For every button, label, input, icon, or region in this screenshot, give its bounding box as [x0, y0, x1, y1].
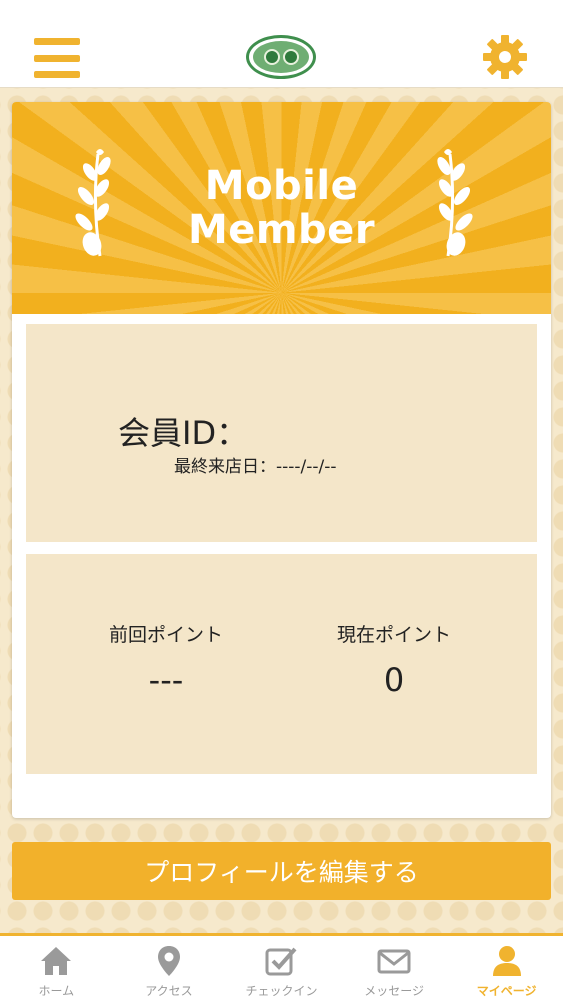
- member-id-panel: 会員ID： 最終来店日：----/--/--: [26, 324, 537, 542]
- hamburger-menu-icon[interactable]: [34, 38, 80, 78]
- last-visit-date: 最終来店日：----/--/--: [174, 457, 337, 477]
- tab-checkin[interactable]: チェックイン: [225, 936, 338, 1000]
- logo-cat-left: [263, 49, 280, 65]
- tab-checkin-label: チェックイン: [245, 984, 318, 998]
- menu-bar: [34, 54, 80, 62]
- tab-message[interactable]: メッセージ: [338, 936, 451, 1000]
- edit-profile-button[interactable]: プロフィールを編集する: [12, 842, 551, 900]
- mobile-member-banner: Mobile Member: [12, 102, 551, 314]
- current-points: 現在ポイント 0: [284, 620, 504, 699]
- logo-cat-right: [282, 49, 299, 65]
- laurel-right-icon: [437, 149, 473, 257]
- previous-points-value: ---: [148, 661, 184, 699]
- envelope-icon: [377, 949, 411, 974]
- current-points-value: 0: [383, 661, 405, 699]
- tab-access-label: アクセス: [145, 984, 193, 998]
- current-points-label: 現在ポイント: [336, 624, 451, 646]
- location-pin-icon: [157, 946, 180, 976]
- points-panel: 前回ポイント --- 現在ポイント 0: [26, 554, 537, 774]
- bottom-tab-bar: ホーム アクセス チェックイン メッセージ マイページ: [0, 933, 563, 1000]
- user-icon: [492, 946, 521, 976]
- previous-points: 前回ポイント ---: [56, 620, 276, 699]
- previous-points-label: 前回ポイント: [108, 624, 223, 646]
- member-card: Mobile Member 会員ID： 最終来店日：----/--/-- 前回ポ…: [12, 102, 551, 818]
- tab-access[interactable]: アクセス: [113, 936, 226, 1000]
- member-id-label: 会員ID：: [118, 414, 249, 452]
- checkbox-icon: [265, 947, 297, 976]
- cat-logo-icon[interactable]: [246, 35, 316, 79]
- tab-home-label: ホーム: [38, 984, 75, 998]
- menu-bar: [34, 71, 80, 78]
- home-icon: [41, 947, 72, 975]
- tab-mypage-label: マイページ: [476, 984, 537, 998]
- tab-message-label: メッセージ: [364, 984, 424, 998]
- tab-mypage[interactable]: マイページ: [450, 936, 563, 1000]
- gear-icon[interactable]: [482, 34, 528, 80]
- tab-home[interactable]: ホーム: [0, 936, 113, 1000]
- menu-bar: [34, 38, 80, 45]
- app-header: [0, 0, 563, 88]
- logo-emblem: [253, 41, 309, 73]
